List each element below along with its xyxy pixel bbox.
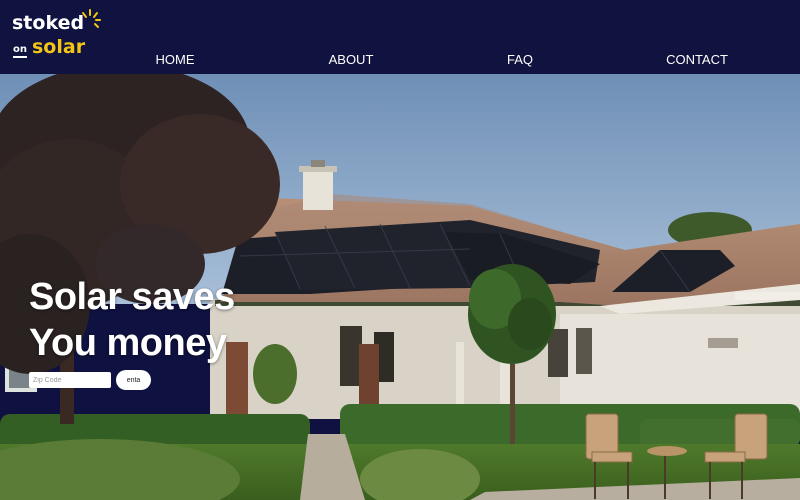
zip-code-input[interactable]: [29, 372, 111, 388]
logo-word-stoked: stoked: [12, 12, 85, 34]
sun-icon: [82, 9, 101, 28]
enter-button[interactable]: enta: [116, 370, 151, 390]
hero-headline-line-1: Solar saves: [29, 276, 235, 318]
logo-word-solar: solar: [32, 36, 86, 58]
nav-faq[interactable]: FAQ: [507, 52, 533, 67]
nav-contact[interactable]: CONTACT: [666, 52, 728, 67]
nav-about[interactable]: ABOUT: [329, 52, 374, 67]
hero-section: Solar saves You money enta: [0, 74, 800, 500]
hero-headline-line-2: You money: [29, 322, 227, 364]
nav-home[interactable]: HOME: [156, 52, 195, 67]
brand-logo[interactable]: stoked on solar: [12, 8, 104, 64]
site-header: stoked on solar HOME ABOUT FAQ CONTACT: [0, 0, 800, 74]
logo-word-on: on: [13, 45, 27, 58]
